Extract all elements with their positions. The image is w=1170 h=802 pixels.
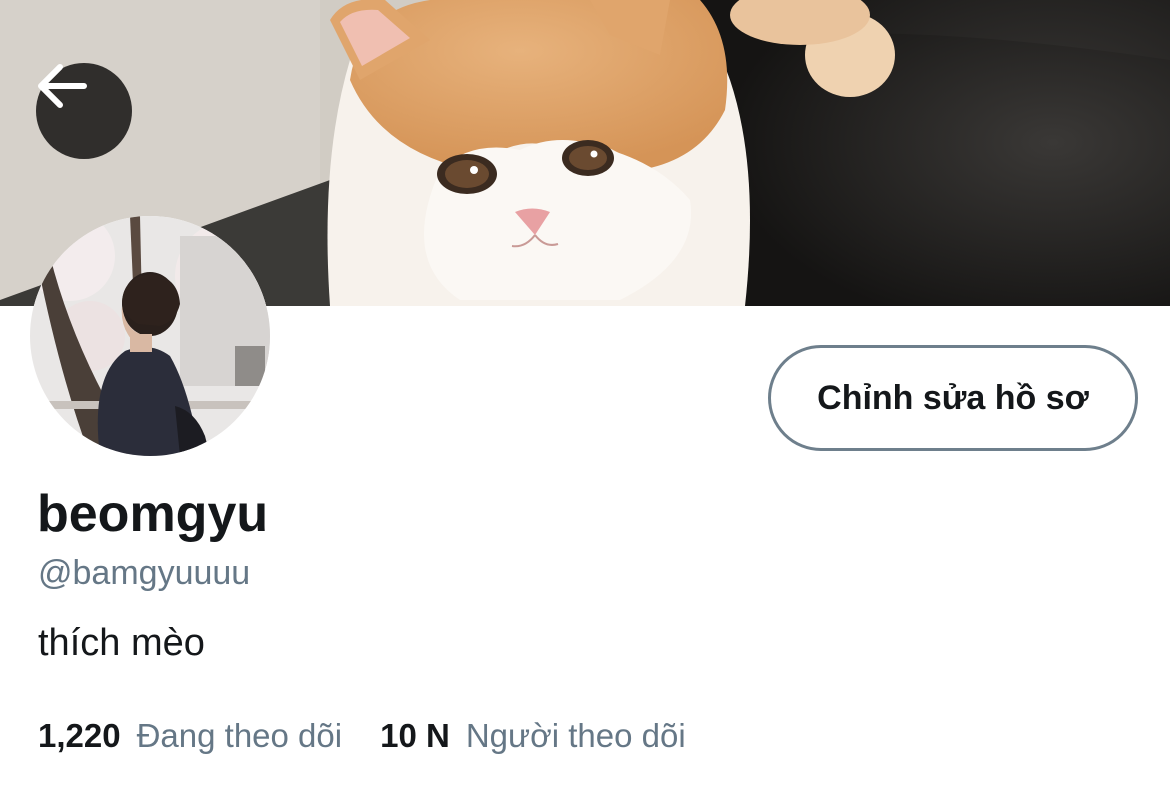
followers-label: Người theo dõi (465, 717, 686, 754)
arrow-left-icon (38, 64, 87, 108)
followers-link[interactable]: 10 N Người theo dõi (380, 716, 686, 756)
followers-count: 10 N (380, 717, 450, 754)
avatar-photo (30, 216, 270, 456)
edit-profile-label: Chỉnh sửa hồ sơ (817, 378, 1089, 417)
edit-profile-button[interactable]: Chỉnh sửa hồ sơ (768, 345, 1138, 451)
profile-avatar[interactable] (30, 216, 270, 456)
following-link[interactable]: 1,220 Đang theo dõi (38, 716, 342, 756)
user-handle: @bamgyuuuu (38, 554, 251, 592)
display-name: beomgyu (37, 485, 269, 543)
profile-bio: thích mèo (38, 622, 205, 664)
follow-stats: 1,220 Đang theo dõi 10 N Người theo dõi (38, 716, 686, 756)
following-count: 1,220 (38, 717, 121, 754)
following-label: Đang theo dõi (136, 717, 343, 754)
back-button[interactable] (36, 63, 132, 159)
